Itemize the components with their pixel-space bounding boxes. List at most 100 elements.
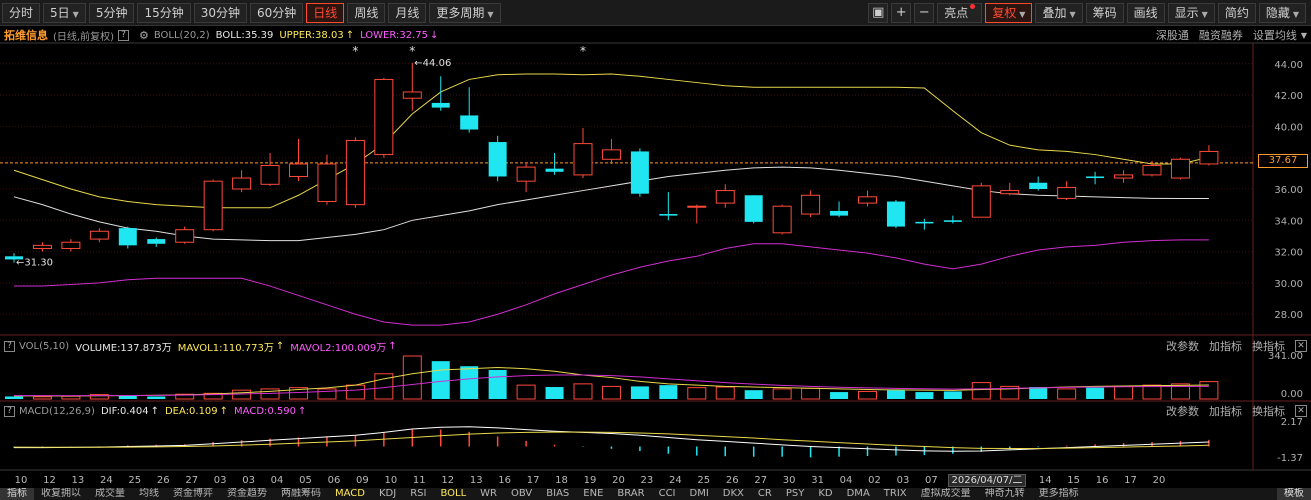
period-button-8[interactable]: 月线	[388, 2, 427, 23]
candle-body	[345, 139, 365, 206]
period-button-2[interactable]: 5分钟	[88, 2, 135, 23]
candle-body	[118, 228, 137, 246]
volume-bar	[402, 355, 422, 400]
period-button-6[interactable]: 日线	[306, 2, 345, 23]
indicator-tab-12[interactable]: OBV	[504, 488, 539, 500]
period-button-4[interactable]: 30分钟	[193, 2, 248, 23]
vol-info-bar: ? VOL(5,10) VOLUME:137.873万 MAVOL1:110.7…	[0, 338, 1311, 354]
change-params-button[interactable]: 改参数	[1166, 403, 1199, 419]
macd-indicator-name[interactable]: MACD(12,26,9)	[19, 406, 95, 417]
indicator-tab-26[interactable]: 更多指标	[1032, 488, 1086, 500]
chevron-down-icon[interactable]: ▼	[1301, 31, 1307, 40]
indicator-tab-24[interactable]: 虚拟成交量	[914, 488, 978, 500]
price-tick-label: 32.00	[1274, 248, 1303, 259]
indicator-tab-8[interactable]: KDJ	[372, 488, 403, 500]
period-button-7[interactable]: 周线	[347, 2, 386, 23]
indicator-tab-21[interactable]: KD	[811, 488, 839, 500]
toolbar-button-label: 画线	[1133, 6, 1158, 20]
change-params-button[interactable]: 改参数	[1166, 338, 1199, 354]
indicator-tab-16[interactable]: CCI	[652, 488, 683, 500]
zoom-out-icon[interactable]: −	[914, 3, 935, 23]
indicator-tab-23[interactable]: TRIX	[877, 488, 914, 500]
indicator-tab-13[interactable]: BIAS	[539, 488, 576, 500]
indicator-tab-15[interactable]: BRAR	[610, 488, 651, 500]
indicator-tab-11[interactable]: WR	[473, 488, 504, 500]
main-panel-links: 深股通 融资融券 设置均线 ▼	[1146, 27, 1307, 43]
candle-body	[687, 205, 707, 208]
help-icon[interactable]: ?	[117, 29, 129, 41]
indicator-tab-0[interactable]: 指标	[0, 488, 34, 500]
indicator-tab-20[interactable]: PSY	[779, 488, 812, 500]
toolbar-button-4[interactable]: 画线	[1126, 3, 1165, 23]
candle-body	[659, 214, 678, 216]
indicator-tab-4[interactable]: 资金博弈	[166, 488, 220, 500]
toolbar-button-5[interactable]: 显示 ▼	[1167, 3, 1215, 23]
date-tick-label: 05	[299, 475, 312, 486]
close-icon[interactable]: ✕	[1295, 405, 1307, 417]
help-icon[interactable]: ?	[4, 405, 15, 417]
notification-dot	[970, 4, 976, 9]
volume-bar	[32, 396, 52, 400]
period-button-3[interactable]: 15分钟	[137, 2, 191, 23]
toolbar-button-7[interactable]: 隐藏 ▼	[1258, 3, 1306, 23]
vol-indicator-name[interactable]: VOL(5,10)	[19, 341, 69, 352]
period-button-1[interactable]: 5日 ▼	[43, 2, 86, 23]
zoom-in-icon[interactable]: +	[891, 3, 912, 23]
indicator-tab-7[interactable]: MACD	[328, 488, 372, 500]
indicator-tab-14[interactable]: ENE	[576, 488, 610, 500]
indicator-tab-27[interactable]: 模板	[1277, 488, 1311, 500]
link-ma-settings[interactable]: 设置均线	[1253, 27, 1297, 43]
candle-body	[573, 143, 593, 176]
top-toolbar: 分时 5日 ▼ 5分钟 15分钟 30分钟 60分钟 日线 周线 月线 更多周期 ▼ ▣ + − 亮点 复权 ▼…	[0, 0, 1311, 26]
chevron-down-icon: ▼	[1069, 10, 1076, 19]
window-icon[interactable]: ▣	[868, 3, 889, 23]
candle-body	[1029, 182, 1048, 189]
indicator-tab-18[interactable]: DKX	[716, 488, 751, 500]
toolbar-button-3[interactable]: 筹码	[1085, 3, 1124, 23]
indicator-tab-22[interactable]: DMA	[840, 488, 877, 500]
chevron-down-icon: ▼	[487, 9, 494, 19]
indicator-tab-19[interactable]: CR	[751, 488, 779, 500]
indicator-tab-9[interactable]: RSI	[403, 488, 433, 500]
stock-name[interactable]: 拓维信息	[4, 27, 48, 43]
indicator-tab-3[interactable]: 均线	[132, 488, 166, 500]
indicator-tab-5[interactable]: 资金趋势	[220, 488, 274, 500]
indicator-tab-2[interactable]: 成交量	[88, 488, 132, 500]
switch-indicator-button[interactable]: 换指标	[1252, 338, 1285, 354]
candle-body	[915, 221, 934, 224]
volume-bar	[545, 387, 564, 399]
date-tick-label: 04	[840, 475, 853, 486]
toolbar-button-6[interactable]: 简约	[1217, 3, 1256, 23]
date-tick-label: 27	[754, 475, 767, 486]
indicator-tab-6[interactable]: 两融筹码	[274, 488, 328, 500]
candle-body	[203, 180, 223, 231]
period-label: 月线	[395, 5, 420, 20]
toolbar-button-1[interactable]: 复权 ▼	[985, 3, 1033, 23]
toolbar-button-0[interactable]: 亮点	[937, 3, 983, 23]
indicator-tab-1[interactable]: 收复拥以	[34, 488, 88, 500]
period-button-5[interactable]: 60分钟	[250, 2, 304, 23]
help-icon[interactable]: ?	[4, 340, 15, 352]
period-button-0[interactable]: 分时	[2, 2, 41, 23]
chevron-down-icon: ▼	[1019, 10, 1026, 19]
link-margin[interactable]: 融资融券	[1199, 27, 1243, 43]
volume-bar	[630, 386, 649, 399]
candle-body	[61, 241, 81, 249]
close-icon[interactable]: ✕	[1295, 340, 1307, 352]
date-tick-label: 25	[697, 475, 710, 486]
candle-body	[89, 230, 109, 240]
add-indicator-button[interactable]: 加指标	[1209, 338, 1242, 354]
switch-indicator-button[interactable]: 换指标	[1252, 403, 1285, 419]
indicator-tab-25[interactable]: 神奇九转	[978, 488, 1032, 500]
candle-body	[431, 102, 450, 108]
boll-indicator-name[interactable]: BOLL(20,2)	[154, 30, 210, 41]
volume-bar	[715, 386, 735, 400]
indicator-tab-17[interactable]: DMI	[683, 488, 716, 500]
period-button-9[interactable]: 更多周期 ▼	[429, 2, 501, 23]
indicator-tab-10[interactable]: BOLL	[433, 488, 473, 500]
add-indicator-button[interactable]: 加指标	[1209, 403, 1242, 419]
link-sgt[interactable]: 深股通	[1156, 27, 1189, 43]
gear-icon[interactable]: ⚙	[139, 29, 149, 42]
toolbar-button-2[interactable]: 叠加 ▼	[1035, 3, 1083, 23]
vol-panel-links: 改参数 加指标 换指标 ✕	[1156, 338, 1307, 354]
